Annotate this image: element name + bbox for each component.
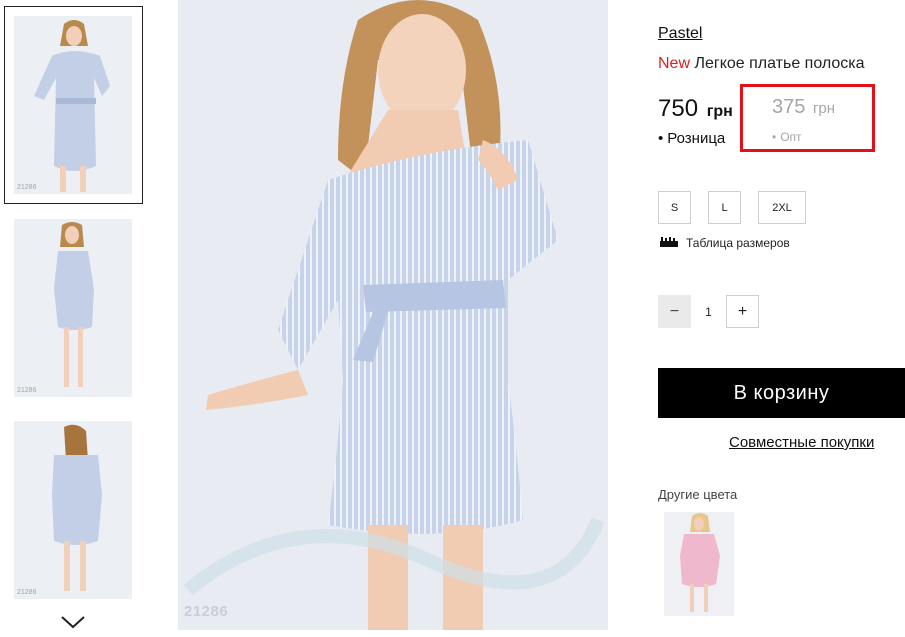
joint-purchase-link[interactable]: Совместные покупки [729, 434, 874, 451]
chevron-down-icon[interactable] [58, 612, 88, 632]
retail-price: 750 грн [658, 95, 733, 123]
size-option-s[interactable]: S [658, 191, 691, 224]
quantity-value[interactable]: 1 [692, 295, 725, 328]
product-title: New Легкое платье полоска [658, 55, 865, 73]
photo-number: 21286 [184, 603, 229, 620]
wholesale-label-text: Опт [780, 130, 802, 144]
retail-price-value: 750 [658, 95, 699, 122]
ruler-icon [660, 236, 678, 250]
thumbnail-number: 21286 [17, 589, 37, 596]
new-badge: New [658, 55, 691, 72]
dress-photo-thumbnail [14, 219, 132, 397]
add-to-cart-button[interactable]: В корзину [658, 368, 905, 418]
thumbnail-2[interactable]: 21286 [14, 219, 132, 397]
quantity-decrease-button[interactable]: − [658, 295, 691, 328]
thumbnail-number: 21286 [17, 387, 37, 394]
dress-photo-thumbnail [14, 421, 132, 599]
size-option-2xl[interactable]: 2XL [758, 191, 806, 224]
retail-currency: грн [706, 103, 733, 120]
wholesale-price: 375 грн [772, 96, 835, 119]
pink-dress-photo [664, 512, 734, 616]
main-product-photo[interactable]: 21286 [178, 0, 608, 630]
bullet-icon: • [658, 130, 664, 147]
wholesale-label: • Опт [772, 130, 802, 144]
wholesale-price-value: 375 [772, 96, 806, 118]
size-chart-label: Таблица размеров [686, 236, 790, 250]
wholesale-currency: грн [812, 100, 836, 117]
product-name: Легкое платье полоска [694, 55, 865, 72]
size-chart-link[interactable]: Таблица размеров [660, 236, 790, 250]
bullet-icon: • [772, 130, 777, 144]
thumbnail-3[interactable]: 21286 [14, 421, 132, 599]
size-option-l[interactable]: L [708, 191, 741, 224]
dress-photo-thumbnail [14, 16, 132, 194]
thumbnail-number: 21286 [17, 184, 37, 191]
thumbnail-1[interactable]: 21286 [14, 16, 132, 194]
color-variant-pink[interactable] [664, 512, 734, 616]
quantity-increase-button[interactable]: + [726, 295, 759, 328]
dress-photo [178, 0, 608, 630]
brand-link[interactable]: Pastel [658, 25, 702, 43]
other-colors-heading: Другие цвета [658, 487, 738, 502]
retail-label-text: Розница [667, 130, 726, 147]
retail-label: • Розница [658, 130, 725, 147]
